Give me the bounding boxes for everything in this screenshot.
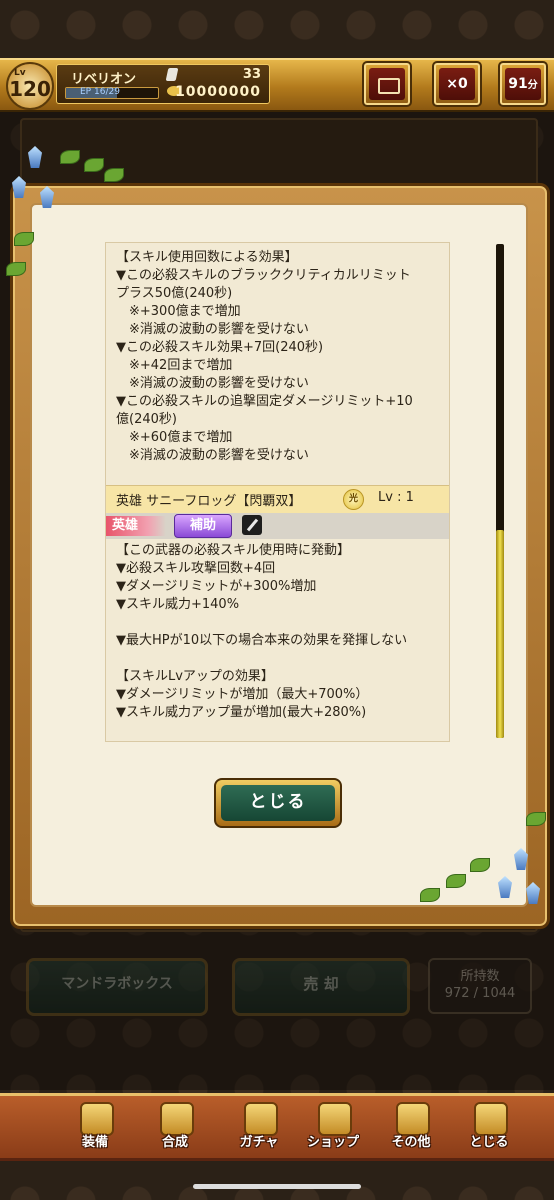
text-line: ▼この必殺スキルのブラッククリティカルリミット [116, 268, 411, 283]
scrollbar-thumb[interactable] [496, 530, 504, 738]
text-line: ▼スキル威力+140% [116, 597, 240, 612]
gift-count: ×0 [439, 68, 475, 100]
gift-box-button[interactable]: ×0 [432, 61, 482, 107]
nav-item-3[interactable]: ショップ [302, 1098, 364, 1154]
nav-label: ガチャ [239, 1135, 279, 1150]
leaf-decoration [84, 158, 104, 172]
book-icon [369, 68, 405, 100]
text-line [116, 614, 407, 632]
text-line: 【この武器の必殺スキル使用時に発動】 [116, 543, 351, 558]
light-element-icon: 光 [343, 489, 364, 510]
nav-item-1[interactable]: 合成 [144, 1098, 206, 1154]
leaf-decoration [526, 812, 546, 826]
weapon-effect-text: 【この武器の必殺スキル使用時に発動】 ▼必殺スキル攻撃回数+4回 ▼ダメージリミット… [116, 542, 407, 722]
text-line: 【スキル使用回数による効果】 [116, 250, 298, 265]
support-tag: 補助 [174, 514, 232, 538]
gold-count: 10000000 [175, 84, 261, 100]
sword-icon [242, 515, 262, 535]
text-line: ▼スキル威力アップ量が増加(最大+280%) [116, 705, 367, 720]
leaf-decoration [60, 150, 80, 164]
home-indicator [193, 1184, 361, 1189]
ep-text: EP 16/29 [80, 87, 120, 97]
weapon-level: Lv : 1 [378, 490, 414, 505]
gem-count: 33 [242, 67, 261, 82]
gem-icon [165, 68, 179, 81]
journal-button[interactable] [362, 61, 412, 107]
text-line: ▼ダメージリミットが+300%増加 [116, 579, 317, 594]
timer-button[interactable]: 91分 [498, 61, 548, 107]
nav-label: とじる [469, 1135, 509, 1150]
leaf-decoration [6, 262, 26, 276]
player-name: リベリオン [71, 72, 137, 87]
text-line: ▼ダメージリミットが増加（最大+700%） [116, 687, 369, 702]
text-line: 億(240秒) [116, 412, 177, 427]
leaf-decoration [446, 874, 466, 888]
nav-label: 装備 [81, 1135, 108, 1150]
nav-label: ショップ [306, 1135, 359, 1150]
text-line: ▼必殺スキル攻撃回数+4回 [116, 561, 276, 576]
nav-label: 合成 [161, 1135, 188, 1150]
tag-row: 英雄 補助 [106, 513, 449, 539]
effect-text: 【スキル使用回数による効果】 ▼この必殺スキルのブラッククリティカルリミット プラス… [116, 249, 413, 465]
timer-display: 91分 [505, 68, 541, 100]
text-line: ▼この必殺スキル効果+7回(240秒) [116, 340, 324, 355]
text-line: ※+300億まで増加 [116, 304, 241, 319]
text-line: ※+42回まで増加 [116, 358, 233, 373]
text-line: ▼この必殺スキルの追撃固定ダメージリミット+10 [116, 394, 413, 409]
skill-detail-scroll[interactable]: 【スキル使用回数による効果】 ▼この必殺スキルのブラッククリティカルリミット プラス… [105, 242, 450, 742]
weapon-name: 英雄 サニーフロッグ【閃覇双】 [116, 494, 302, 509]
close-button[interactable]: とじる [214, 778, 342, 828]
text-line: ※+60億まで増加 [116, 430, 233, 445]
leaf-decoration [14, 232, 34, 246]
ep-bar: EP 16/29 [65, 87, 159, 99]
nav-item-5[interactable]: とじる [458, 1098, 520, 1154]
text-line: ※消滅の波動の影響を受けない [116, 322, 309, 337]
nav-item-2[interactable]: ガチャ [228, 1098, 290, 1154]
text-line: 【スキルLvアップの効果】 [116, 669, 274, 684]
level-badge: Lv 120 [6, 62, 54, 110]
leaf-decoration [104, 168, 124, 182]
hero-tag: 英雄 [106, 516, 166, 536]
close-button-label: とじる [221, 785, 335, 821]
player-panel: リベリオン EP 16/29 33 10000000 [56, 64, 270, 104]
text-line: プラス50億(240秒) [116, 286, 233, 301]
text-line [116, 650, 407, 668]
text-line: ※消滅の波動の影響を受けない [116, 376, 309, 391]
leaf-decoration [420, 888, 440, 902]
nav-item-4[interactable]: その他 [380, 1098, 442, 1154]
scrollbar[interactable] [496, 244, 504, 738]
text-line: ※消滅の波動の影響を受けない [116, 448, 309, 463]
nav-label: その他 [391, 1135, 431, 1150]
level-value: 120 [9, 77, 51, 101]
nav-item-0[interactable]: 装備 [64, 1098, 126, 1154]
weapon-header: 英雄 サニーフロッグ【閃覇双】 光 Lv : 1 [106, 485, 449, 514]
text-line: ▼最大HPが10以下の場合本来の効果を発揮しない [116, 633, 408, 648]
leaf-decoration [470, 858, 490, 872]
